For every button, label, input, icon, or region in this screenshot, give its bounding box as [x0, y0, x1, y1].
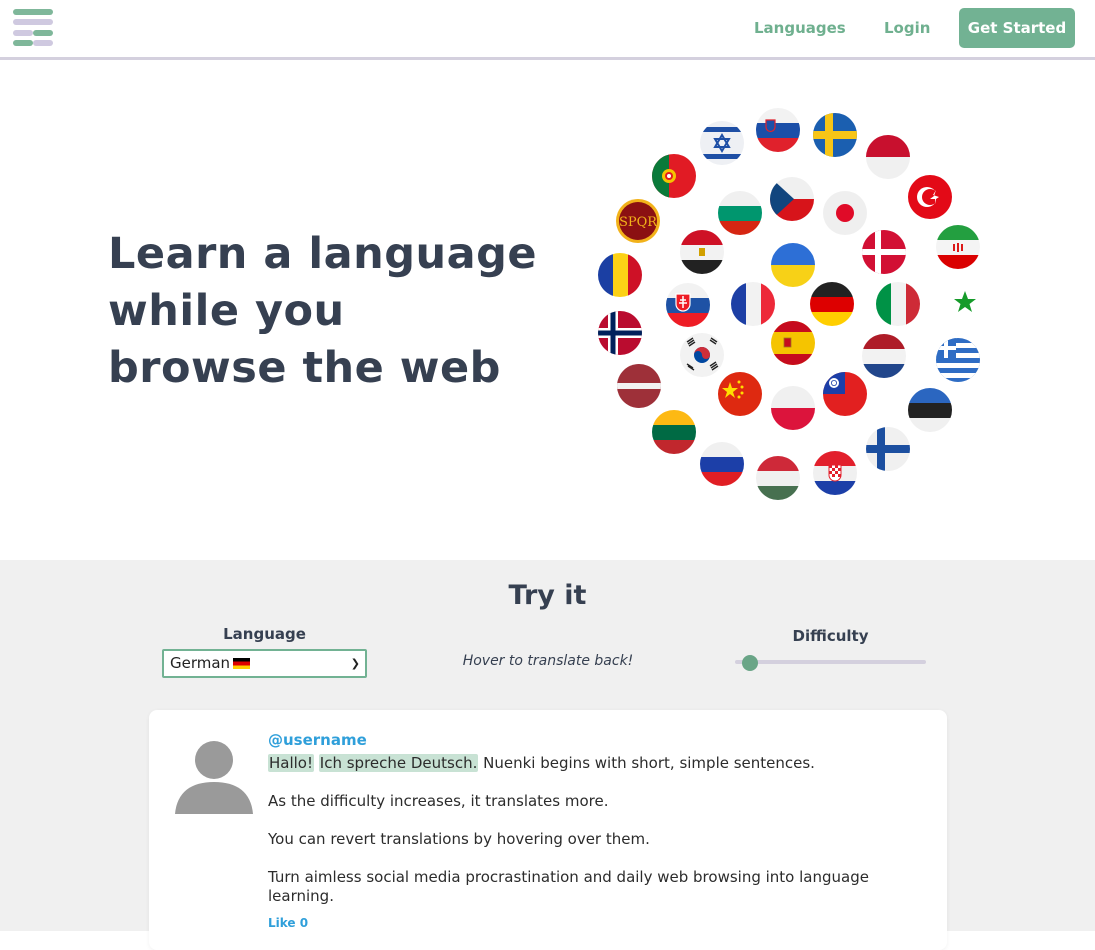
difficulty-slider[interactable] [735, 660, 926, 664]
post-line: Hallo! Ich spreche Deutsch. Nuenki begin… [268, 754, 908, 773]
language-select-value: German [170, 654, 231, 672]
post-line: Turn aimless social media procrastinatio… [268, 868, 869, 905]
nav-languages-link[interactable]: Languages [754, 19, 846, 37]
greece-flag-icon [936, 338, 980, 382]
slovenia-flag-icon [756, 108, 800, 152]
indonesia-flag-icon [866, 135, 910, 179]
esperanto-star-icon [954, 291, 976, 312]
top-nav: Languages Login Get Started [0, 0, 1095, 60]
egypt-flag-icon [680, 230, 724, 274]
example-post-card: @username Hallo! Ich spreche Deutsch. Nu… [149, 710, 947, 950]
romania-flag-icon [598, 253, 642, 297]
taiwan-flag-icon [823, 372, 867, 416]
hero-title-line: while you [108, 286, 345, 336]
bulgaria-flag-icon [718, 191, 762, 235]
spain-flag-icon [771, 321, 815, 365]
croatia-flag-icon [813, 451, 857, 495]
france-flag-icon [731, 282, 775, 326]
nuenki-logo-icon[interactable] [13, 9, 55, 47]
germany-flag-icon [810, 282, 854, 326]
translated-phrase[interactable]: Hallo! [268, 754, 314, 772]
ukraine-flag-icon [771, 243, 815, 287]
language-label: Language [223, 625, 306, 643]
hero-title: Learn a language while you browse the we… [108, 226, 578, 397]
post-line: As the difficulty increases, it translat… [268, 792, 609, 810]
avatar [175, 741, 253, 814]
translated-phrase[interactable]: Ich spreche Deutsch. [318, 754, 479, 772]
iran-flag-icon [936, 225, 980, 269]
language-select[interactable]: German ❯ [162, 649, 367, 678]
korea-flag-icon [680, 333, 724, 377]
czech-flag-icon [770, 177, 814, 221]
post-body: Hallo! Ich spreche Deutsch. Nuenki begin… [268, 754, 908, 925]
italy-flag-icon [876, 282, 920, 326]
hover-note: Hover to translate back! [462, 653, 634, 669]
lithuania-flag-icon [652, 410, 696, 454]
hero-title-line: Learn a language [108, 229, 538, 279]
hungary-flag-icon [756, 456, 800, 500]
norway-flag-icon [598, 311, 642, 355]
netherlands-flag-icon [862, 334, 906, 378]
get-started-button[interactable]: Get Started [959, 8, 1075, 48]
post-text: Nuenki begins with short, simple sentenc… [478, 754, 815, 772]
portugal-flag-icon [652, 154, 696, 198]
post-username[interactable]: @username [268, 731, 367, 749]
russia-flag-icon [700, 442, 744, 486]
china-flag-icon [718, 372, 762, 416]
latin-spqr-flag-icon: SPQR [616, 199, 660, 243]
estonia-flag-icon [908, 388, 952, 432]
hero-title-line: browse the web [108, 343, 501, 393]
israel-flag-icon [700, 121, 744, 165]
like-button[interactable]: Like 0 [268, 916, 308, 930]
chevron-down-icon: ❯ [350, 657, 360, 670]
spqr-text: SPQR [619, 215, 658, 230]
latvia-flag-icon [617, 364, 661, 408]
turkey-flag-icon [908, 175, 952, 219]
try-it-section: Try it Language German ❯ Hover to transl… [0, 560, 1095, 950]
denmark-flag-icon [862, 230, 906, 274]
try-it-title: Try it [508, 580, 587, 611]
difficulty-slider-thumb[interactable] [742, 655, 759, 671]
slovakia-flag-icon [666, 283, 710, 327]
japan-flag-icon [823, 191, 867, 235]
finland-flag-icon [866, 427, 910, 471]
poland-flag-icon [771, 386, 815, 430]
sweden-flag-icon [813, 113, 857, 157]
german-flag-icon [233, 658, 251, 669]
difficulty-label: Difficulty [792, 627, 869, 645]
nav-login-link[interactable]: Login [884, 19, 930, 37]
post-line: You can revert translations by hovering … [268, 830, 650, 848]
